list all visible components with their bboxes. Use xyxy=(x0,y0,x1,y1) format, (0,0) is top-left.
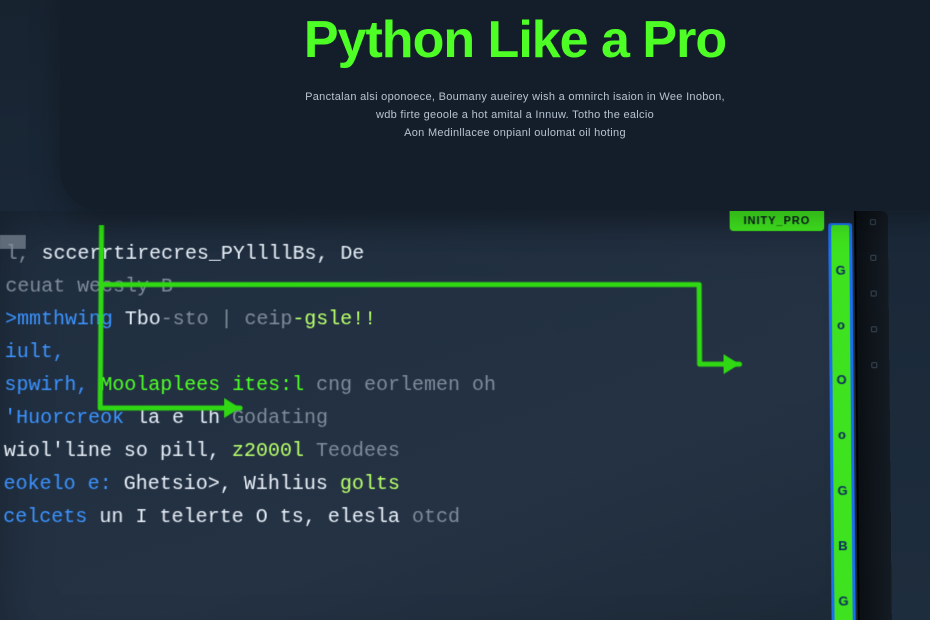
scrollbar-glyph: o xyxy=(837,318,845,333)
code-line: l, sccerrtirecres_PYllllBs, De xyxy=(6,239,809,270)
code-token: 'Huorcreok xyxy=(4,407,124,430)
code-line: >mmthwing Tbo-sto | ceip-gsle!! xyxy=(5,304,809,335)
code-token: -sto | ceip xyxy=(161,308,293,331)
scrollbar-glyph: G xyxy=(838,593,848,608)
code-line: spwirh, Moolaplees ites:l cng eorlemen o… xyxy=(4,370,809,401)
scrollbar-glyph: G xyxy=(837,483,847,498)
code-token: _PYllllBs, De xyxy=(209,243,364,266)
code-line: 'Huorcreok la e lh Godating xyxy=(4,403,810,434)
monitor-bezel xyxy=(854,211,892,620)
code-token: >mmthwing xyxy=(5,308,125,331)
hero-subtitle-line: wdb firte geoole a hot amital a Innuw. T… xyxy=(376,109,654,121)
hero-subtitle-line: Panctalan alsi oponoece, Boumany aueirey… xyxy=(305,91,725,103)
code-token: un I telerte O ts, elesla xyxy=(87,506,412,529)
code-token: eorlemen oh xyxy=(352,374,496,397)
code-token: la e lh xyxy=(124,407,232,430)
code-token: wiol'line so pill, xyxy=(4,440,232,463)
code-line: ceuat wecsly B xyxy=(5,272,809,303)
code-line: eokelo e: Ghetsio>, Wihlius golts xyxy=(3,469,810,500)
bezel-indicator-dots xyxy=(870,219,877,368)
code-token: cng xyxy=(316,374,352,397)
code-token: sccerrtirecres xyxy=(41,243,209,266)
hero-subtitle-line: Aon Medinllacee onpianl oulomat oil hoti… xyxy=(404,127,626,139)
code-token: ceuat wecsly B xyxy=(5,276,173,299)
hero-subtitle: Panctalan alsi oponoece, Boumany aueirey… xyxy=(215,88,815,142)
editor-screen: INITY_PRO l, sccerrtirecres_PYllllBs, De… xyxy=(0,211,892,620)
scrollbar-glyph: G xyxy=(835,263,845,278)
hero-banner: Python Like a Pro Panctalan alsi oponoec… xyxy=(60,0,930,210)
code-token: l, xyxy=(6,243,42,266)
code-line: celcets un I telerte O ts, elesla otcd xyxy=(3,502,811,533)
code-token: -gsle!! xyxy=(292,308,376,331)
code-token: celcets xyxy=(3,506,87,529)
editor-scrollbar[interactable]: Go Oo G B G xyxy=(828,223,856,620)
code-line: wiol'line so pill, z2000l Teodees xyxy=(4,436,811,467)
code-token: Godating xyxy=(232,407,328,430)
code-line: iult, xyxy=(5,337,810,368)
code-token: Moolaplees ites:l xyxy=(88,374,316,397)
scrollbar-glyph: O xyxy=(836,372,846,387)
scrollbar-glyph: B xyxy=(838,538,848,553)
code-token: eokelo e: xyxy=(3,473,123,496)
scrollbar-glyph: o xyxy=(838,427,846,442)
scrollbar-track: Go Oo G B G xyxy=(831,225,853,620)
page-root: Python Like a Pro Panctalan alsi oponoec… xyxy=(0,0,930,620)
code-token: z2000l xyxy=(232,440,304,463)
code-token: Tbo xyxy=(125,308,161,331)
code-token: golts xyxy=(340,473,400,496)
code-area[interactable]: l, sccerrtirecres_PYllllBs, De ceuat wecs… xyxy=(0,229,826,620)
code-token: otcd xyxy=(412,506,460,529)
page-title: Python Like a Pro xyxy=(120,10,910,70)
code-token: Ghetsio>, Wihlius xyxy=(124,473,340,496)
code-token: Teodees xyxy=(304,440,400,463)
code-token: spwirh, xyxy=(4,374,88,397)
code-token: iult, xyxy=(5,341,65,364)
